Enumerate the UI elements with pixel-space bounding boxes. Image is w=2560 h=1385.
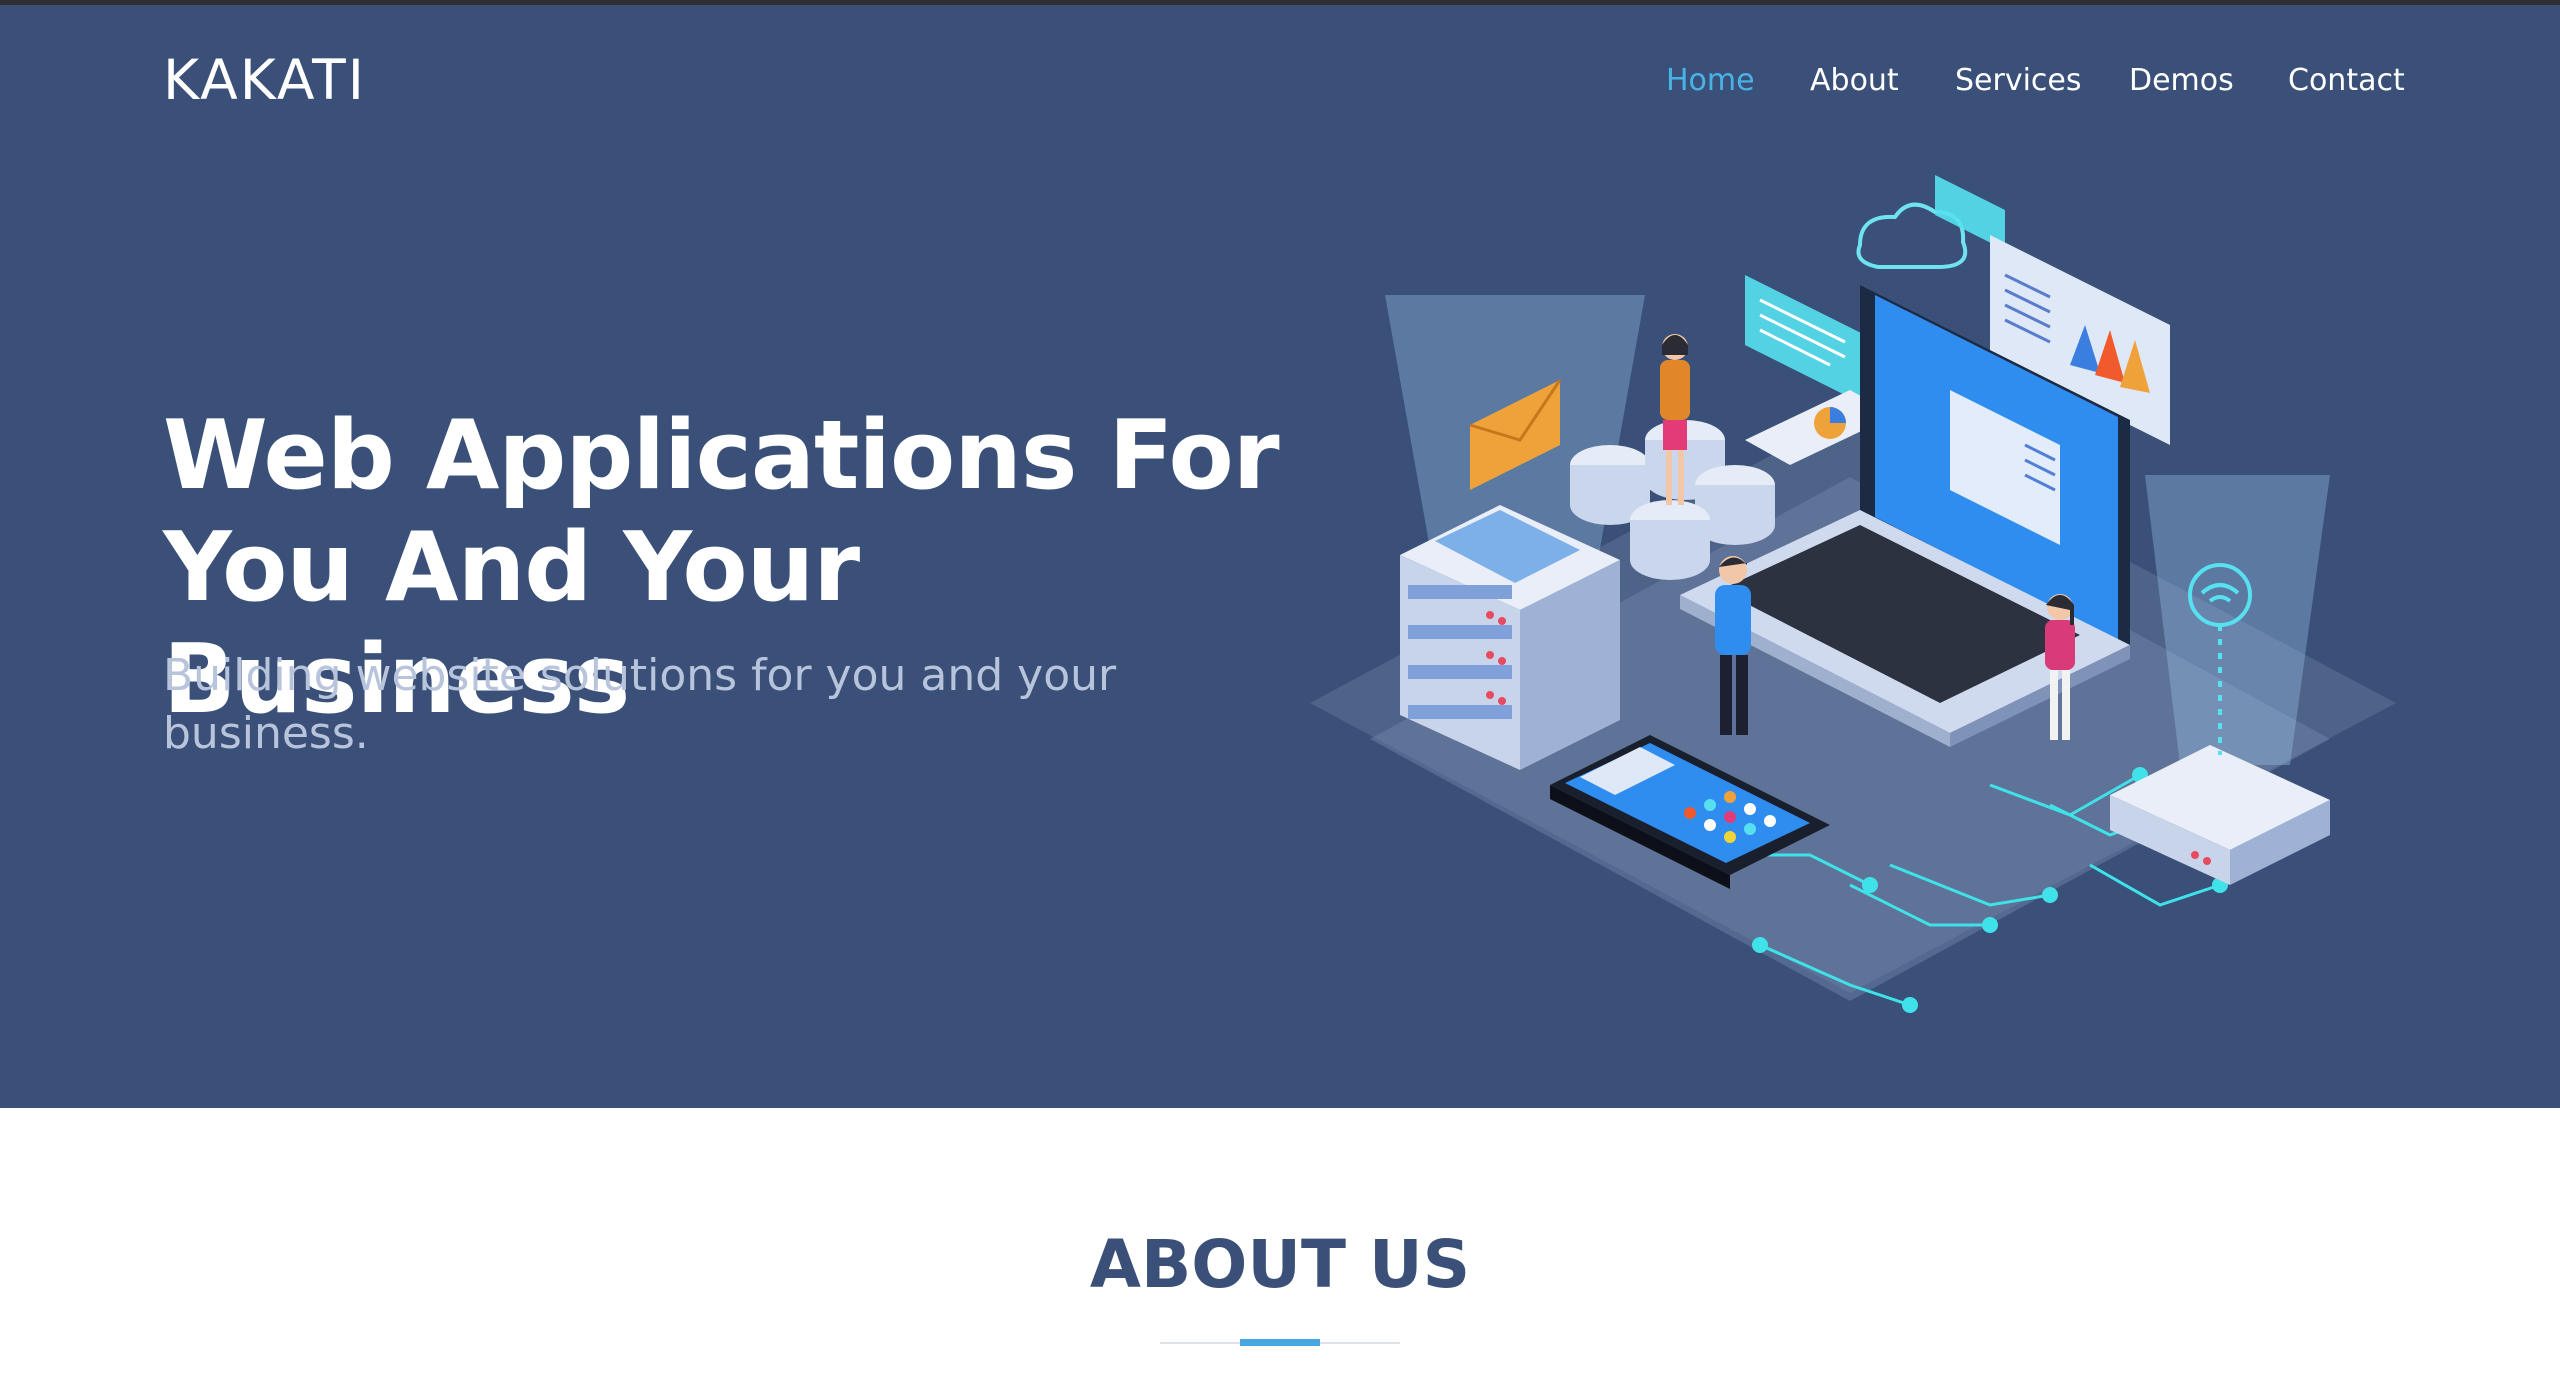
main-nav: Home About Services Demos Contact (0, 61, 2560, 111)
nav-item-services[interactable]: Services (1955, 61, 2082, 101)
hero-section: KAKATI Home About Services Demos Contact… (0, 5, 2560, 1108)
floating-panel-chat (1745, 275, 1865, 405)
nav-item-demos[interactable]: Demos (2129, 61, 2234, 101)
nav-item-contact[interactable]: Contact (2288, 61, 2405, 101)
hero-illustration (1310, 175, 2396, 1013)
hero-subtitle: Building website solutions for you and y… (163, 650, 1117, 759)
hero-title-line-1: Web Applications For (163, 401, 1280, 511)
about-divider-accent (1240, 1339, 1320, 1346)
nav-item-about[interactable]: About (1810, 61, 1899, 101)
nav-item-home[interactable]: Home (1666, 61, 1755, 101)
about-heading: ABOUT US (1089, 1226, 1471, 1303)
